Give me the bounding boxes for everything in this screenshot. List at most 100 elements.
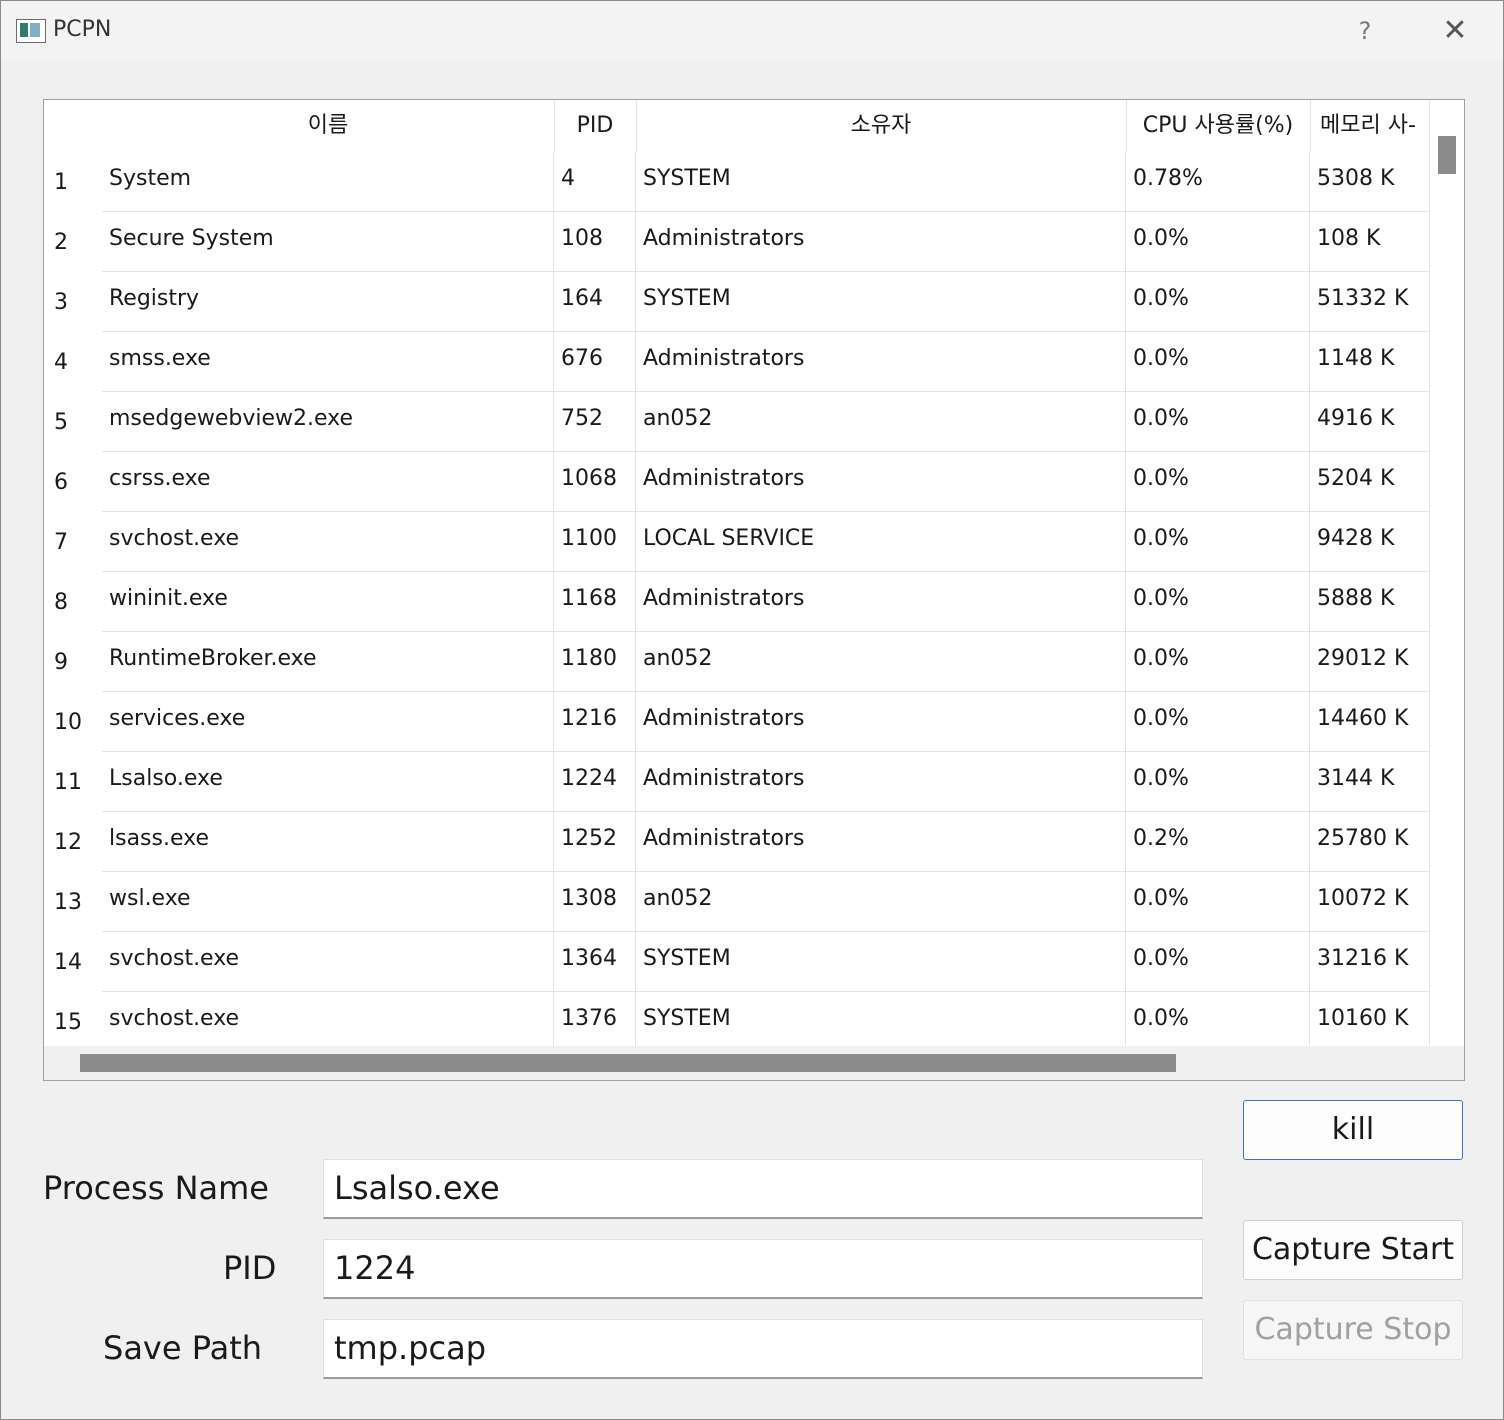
cell-name[interactable]: msedgewebview2.exe [102,392,554,452]
cell-name[interactable]: csrss.exe [102,452,554,512]
cell-cpu[interactable]: 0.0% [1126,572,1310,632]
row-number[interactable]: 1 [44,152,102,212]
table-row[interactable]: 4 smss.exe 676 Administrators 0.0% 1148 K [44,332,1430,392]
cell-name[interactable]: svchost.exe [102,932,554,992]
cell-pid[interactable]: 164 [554,272,636,332]
cell-cpu[interactable]: 0.0% [1126,632,1310,692]
cell-owner[interactable]: SYSTEM [636,152,1126,212]
cell-owner[interactable]: Administrators [636,692,1126,752]
table-row[interactable]: 1 System 4 SYSTEM 0.78% 5308 K [44,152,1430,212]
cell-pid[interactable]: 1180 [554,632,636,692]
table-row[interactable]: 3 Registry 164 SYSTEM 0.0% 51332 K [44,272,1430,332]
cell-pid[interactable]: 1216 [554,692,636,752]
capture-stop-button[interactable]: Capture Stop [1243,1300,1463,1360]
cell-memory[interactable]: 3144 K [1310,752,1430,812]
cell-owner[interactable]: Administrators [636,212,1126,272]
cell-name[interactable]: smss.exe [102,332,554,392]
cell-memory[interactable]: 1148 K [1310,332,1430,392]
cell-name[interactable]: wsl.exe [102,872,554,932]
capture-start-button[interactable]: Capture Start [1243,1220,1463,1280]
row-number[interactable]: 6 [44,452,102,512]
help-button[interactable]: ? [1347,13,1383,49]
cell-pid[interactable]: 1252 [554,812,636,872]
column-header-pid[interactable]: PID [554,100,637,152]
row-number[interactable]: 10 [44,692,102,752]
cell-memory[interactable]: 31216 K [1310,932,1430,992]
cell-memory[interactable]: 51332 K [1310,272,1430,332]
cell-name[interactable]: Registry [102,272,554,332]
table-row[interactable]: 13 wsl.exe 1308 an052 0.0% 10072 K [44,872,1430,932]
cell-cpu[interactable]: 0.0% [1126,392,1310,452]
cell-pid[interactable]: 1068 [554,452,636,512]
cell-memory[interactable]: 4916 K [1310,392,1430,452]
table-row[interactable]: 7 svchost.exe 1100 LOCAL SERVICE 0.0% 9428 K [44,512,1430,572]
cell-pid[interactable]: 1376 [554,992,636,1046]
cell-owner[interactable]: an052 [636,872,1126,932]
cell-cpu[interactable]: 0.0% [1126,212,1310,272]
cell-name[interactable]: wininit.exe [102,572,554,632]
cell-owner[interactable]: Administrators [636,452,1126,512]
column-header-memory[interactable]: 메모리 사- [1310,100,1430,152]
row-number[interactable]: 9 [44,632,102,692]
cell-cpu[interactable]: 0.0% [1126,992,1310,1046]
cell-owner[interactable]: SYSTEM [636,992,1126,1046]
cell-cpu[interactable]: 0.0% [1126,692,1310,752]
cell-name[interactable]: Lsalso.exe [102,752,554,812]
row-number[interactable]: 12 [44,812,102,872]
horizontal-scrollbar[interactable] [44,1046,1464,1080]
table-row[interactable]: 9 RuntimeBroker.exe 1180 an052 0.0% 29012 K [44,632,1430,692]
cell-memory[interactable]: 9428 K [1310,512,1430,572]
cell-owner[interactable]: SYSTEM [636,272,1126,332]
cell-name[interactable]: Secure System [102,212,554,272]
cell-memory[interactable]: 14460 K [1310,692,1430,752]
cell-pid[interactable]: 676 [554,332,636,392]
cell-pid[interactable]: 1100 [554,512,636,572]
cell-owner[interactable]: Administrators [636,572,1126,632]
horizontal-scrollbar-thumb[interactable] [80,1054,1176,1072]
vertical-scrollbar[interactable] [1430,100,1464,1046]
vertical-scrollbar-thumb[interactable] [1438,136,1456,174]
table-row[interactable]: 6 csrss.exe 1068 Administrators 0.0% 5204 K [44,452,1430,512]
cell-owner[interactable]: LOCAL SERVICE [636,512,1126,572]
pid-field[interactable]: 1224 [323,1239,1203,1299]
cell-owner[interactable]: an052 [636,392,1126,452]
table-row[interactable]: 5 msedgewebview2.exe 752 an052 0.0% 4916 K [44,392,1430,452]
table-row[interactable]: 15 svchost.exe 1376 SYSTEM 0.0% 10160 K [44,992,1430,1046]
cell-cpu[interactable]: 0.78% [1126,152,1310,212]
cell-cpu[interactable]: 0.0% [1126,512,1310,572]
cell-owner[interactable]: Administrators [636,752,1126,812]
cell-cpu[interactable]: 0.0% [1126,332,1310,392]
cell-owner[interactable]: Administrators [636,812,1126,872]
cell-cpu[interactable]: 0.0% [1126,452,1310,512]
cell-pid[interactable]: 108 [554,212,636,272]
cell-cpu[interactable]: 0.0% [1126,752,1310,812]
cell-name[interactable]: RuntimeBroker.exe [102,632,554,692]
column-header-name[interactable]: 이름 [102,100,555,152]
table-row[interactable]: 10 services.exe 1216 Administrators 0.0% 1446… [44,692,1430,752]
cell-pid[interactable]: 1224 [554,752,636,812]
cell-cpu[interactable]: 0.0% [1126,872,1310,932]
process-table[interactable]: 이름 PID 소유자 CPU 사용률(%) 메모리 사- 1 System 4 SYS… [43,99,1465,1081]
kill-button[interactable]: kill [1243,1100,1463,1160]
cell-cpu[interactable]: 0.2% [1126,812,1310,872]
cell-pid[interactable]: 1308 [554,872,636,932]
cell-memory[interactable]: 10160 K [1310,992,1430,1046]
cell-pid[interactable]: 752 [554,392,636,452]
cell-memory[interactable]: 5204 K [1310,452,1430,512]
row-number[interactable]: 15 [44,992,102,1046]
row-number[interactable]: 5 [44,392,102,452]
cell-name[interactable]: svchost.exe [102,512,554,572]
cell-memory[interactable]: 29012 K [1310,632,1430,692]
cell-name[interactable]: System [102,152,554,212]
table-row[interactable]: 8 wininit.exe 1168 Administrators 0.0% 5888 K [44,572,1430,632]
cell-name[interactable]: lsass.exe [102,812,554,872]
row-number[interactable]: 13 [44,872,102,932]
table-row[interactable]: 11 Lsalso.exe 1224 Administrators 0.0% 3144 K [44,752,1430,812]
row-number[interactable]: 3 [44,272,102,332]
cell-pid[interactable]: 1364 [554,932,636,992]
process-name-field[interactable]: Lsalso.exe [323,1159,1203,1219]
cell-pid[interactable]: 4 [554,152,636,212]
cell-name[interactable]: svchost.exe [102,992,554,1046]
row-number[interactable]: 14 [44,932,102,992]
row-number[interactable]: 11 [44,752,102,812]
